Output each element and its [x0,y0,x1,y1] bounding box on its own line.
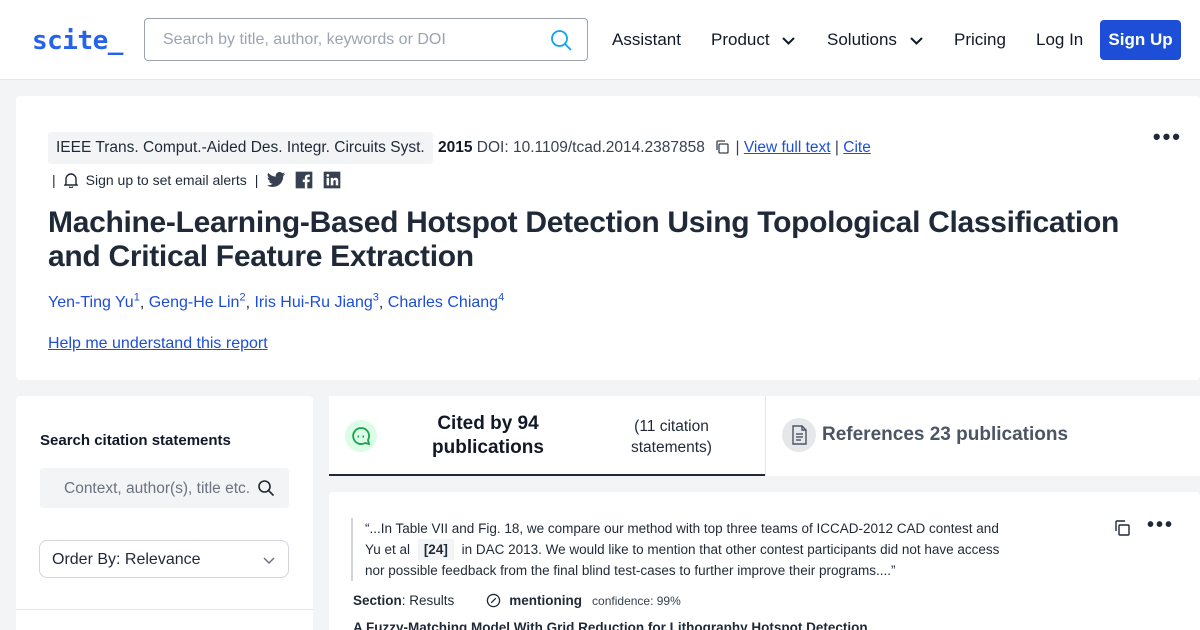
chevron-down-icon [909,36,923,45]
document-icon [782,418,816,452]
citation-quote: “...In Table VII and Fig. 18, we compare… [351,518,1011,581]
author-link[interactable]: Iris Hui-Ru Jiang3 [254,292,378,311]
order-by-select[interactable]: Order By: Relevance [39,540,289,578]
search-input[interactable]: Search by title, author, keywords or DOI [144,18,588,61]
references-count: References 23 publications [822,424,1069,445]
linkedin-icon[interactable] [322,170,342,190]
order-by-value: Order By: Relevance [52,551,201,568]
chevron-down-icon [782,36,796,45]
citation-search-placeholder: Context, author(s), title etc. [64,480,251,497]
tab-references[interactable]: References 23 publications [765,396,1200,476]
nav-assistant[interactable]: Assistant [612,30,681,50]
email-alerts-row: | Sign up to set email alerts | [52,170,342,190]
search-icon[interactable] [549,28,573,52]
nav-login[interactable]: Log In [1036,30,1083,50]
twitter-icon[interactable] [266,170,286,190]
citation-meta: Section : Results mentioning confidence:… [353,593,681,608]
nav-solutions-label: Solutions [827,30,897,49]
copy-icon[interactable] [1114,520,1130,536]
reference-badge[interactable]: [24] [417,539,454,560]
citing-publication-title[interactable]: A Fuzzy-Matching Model With Grid Reducti… [353,620,868,630]
report-meta: 2015 DOI: 10.1109/tcad.2014.2387858 | Vi… [438,139,871,157]
author-list: Yen-Ting Yu1, Geng-He Lin2, Iris Hui-Ru … [48,292,505,312]
tab-cited-by[interactable]: Cited by 94 publications (11 citation st… [329,396,765,476]
citation-statement-card: “...In Table VII and Fig. 18, we compare… [329,492,1200,630]
doi-label: DOI: 10.1109/tcad.2014.2387858 [476,139,705,156]
citation-search-input[interactable]: Context, author(s), title etc. [40,468,289,508]
cite-link[interactable]: Cite [843,139,871,156]
cited-by-count: Cited by 94 publications [432,413,544,458]
author-link[interactable]: Charles Chiang4 [388,292,504,311]
citation-tabs: Cited by 94 publications (11 citation st… [329,396,1200,476]
separator: | [52,172,56,188]
section-value: : Results [401,593,455,608]
copy-icon[interactable] [715,140,729,154]
nav-product[interactable]: Product [711,30,796,50]
view-full-text-link[interactable]: View full text [744,139,831,156]
mentioning-icon [487,593,501,608]
nav-solutions[interactable]: Solutions [827,30,923,50]
search-icon[interactable] [257,479,275,497]
search-citation-label: Search citation statements [40,432,231,449]
separator: | [834,139,839,156]
section-label: Section [353,593,402,608]
separator: | [254,172,259,188]
confidence-value: confidence: 99% [592,593,681,608]
facebook-icon[interactable] [294,170,314,190]
citation-filter-panel: Search citation statements Context, auth… [16,396,313,630]
help-understand-report-link[interactable]: Help me understand this report [48,335,268,353]
report-header-card: IEEE Trans. Comput.-Aided Des. Integr. C… [16,96,1200,380]
publication-year: 2015 [438,139,473,156]
quote-text: in DAC 2013. We would like to mention th… [365,542,1000,578]
author-link[interactable]: Yen-Ting Yu1 [48,292,140,311]
scite-logo[interactable]: scite_ [32,26,123,56]
citation-statements-count: (11 citation statements) [631,418,712,456]
bell-icon [63,173,78,188]
more-options-icon[interactable]: ••• [1153,124,1182,150]
nav-product-label: Product [711,30,770,49]
search-placeholder: Search by title, author, keywords or DOI [163,31,446,48]
nav-pricing[interactable]: Pricing [954,30,1006,50]
chevron-down-icon [263,557,275,565]
email-alerts-link[interactable]: Sign up to set email alerts [86,172,247,188]
separator: | [735,139,740,156]
top-navigation-bar: scite_ Search by title, author, keywords… [0,0,1200,80]
chat-bubble-icon [345,420,377,452]
more-options-icon[interactable]: ••• [1147,514,1174,537]
report-title: Machine-Learning-Based Hotspot Detection… [48,206,1119,273]
author-link[interactable]: Geng-He Lin2 [149,292,246,311]
sign-up-button[interactable]: Sign Up [1100,20,1181,60]
citation-type: mentioning [509,593,583,608]
journal-name[interactable]: IEEE Trans. Comput.-Aided Des. Integr. C… [48,132,433,164]
divider [16,609,313,610]
